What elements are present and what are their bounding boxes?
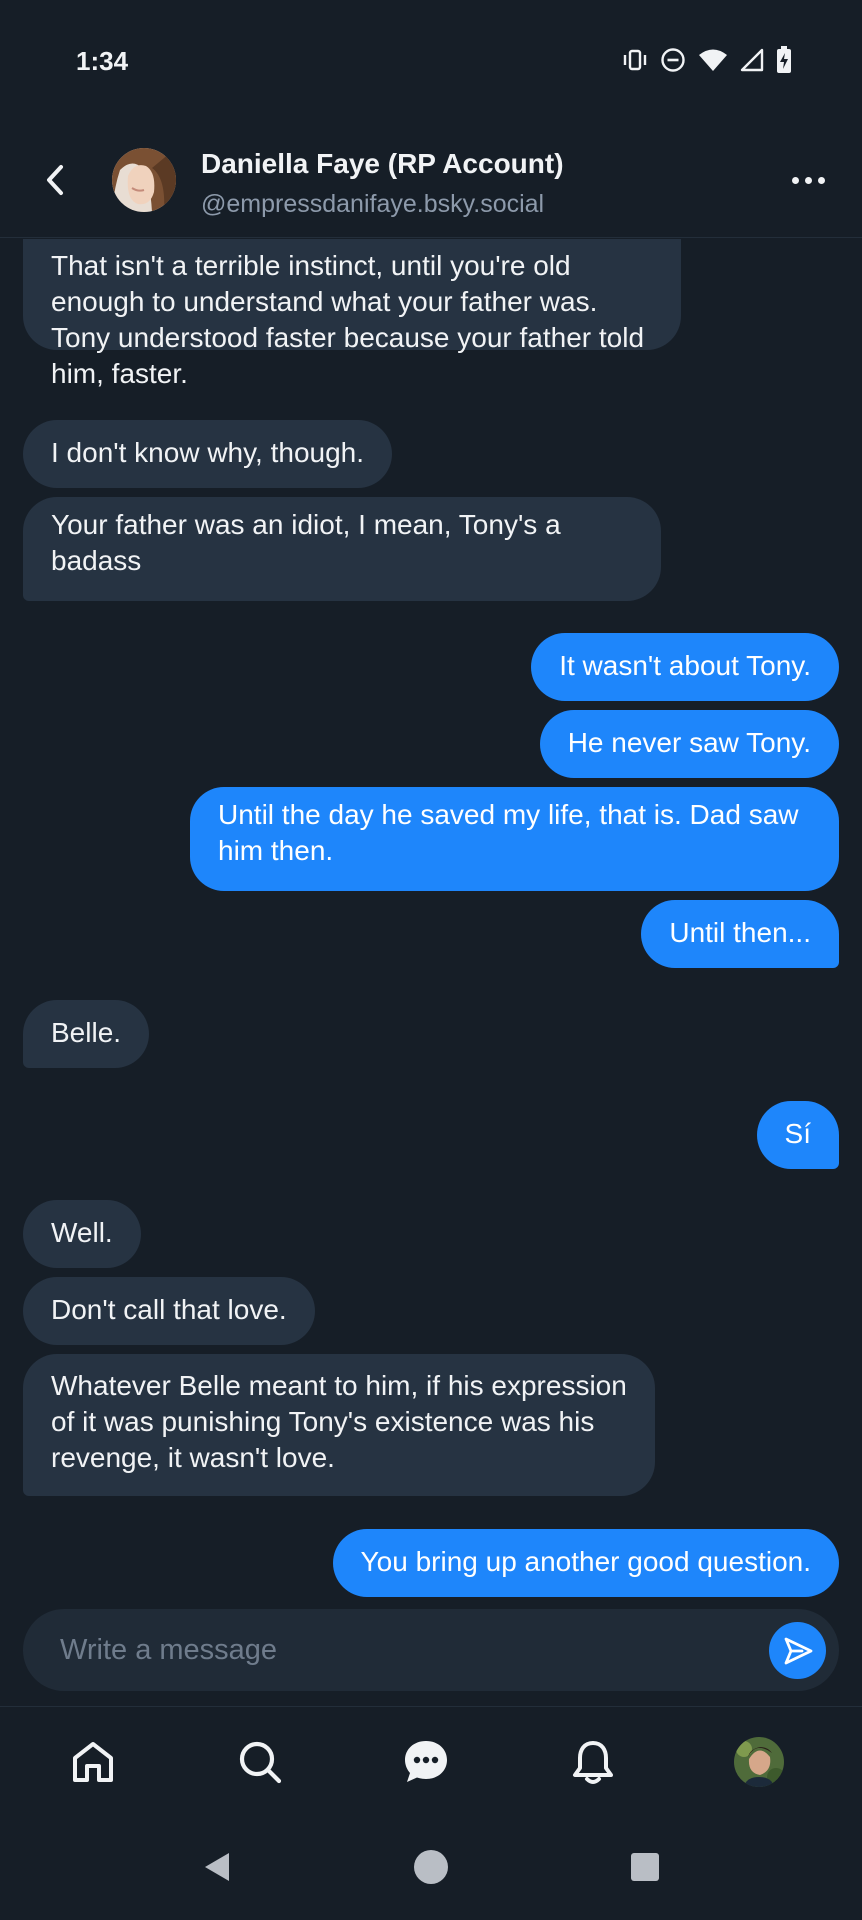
conversation-header: Daniella Faye (RP Account) @empressdanif…	[0, 120, 862, 238]
send-icon	[784, 1637, 812, 1664]
message-bubble-incoming[interactable]: I don't know why, though.	[23, 420, 393, 488]
message-text: Well.	[51, 1217, 113, 1248]
search-icon	[239, 1741, 282, 1784]
send-button[interactable]	[769, 1622, 826, 1679]
bottom-navigation	[0, 1706, 862, 1816]
do-not-disturb-icon	[660, 47, 686, 73]
back-button[interactable]	[30, 150, 80, 210]
message-text: Until then...	[669, 917, 811, 948]
message-bubble-outgoing[interactable]: It wasn't about Tony.	[531, 633, 839, 701]
message-bubble-incoming[interactable]: That isn't a terrible instinct, until yo…	[23, 239, 681, 389]
wifi-icon	[698, 48, 728, 72]
contact-handle: @empressdanifaye.bsky.social	[201, 190, 545, 218]
cell-signal-icon	[740, 48, 764, 72]
system-recents-button[interactable]	[620, 1842, 670, 1892]
message-bubble-outgoing[interactable]: Sí	[756, 1101, 839, 1169]
status-icons	[622, 46, 792, 74]
message-list[interactable]: That isn't a terrible instinct, until yo…	[0, 239, 862, 1606]
system-home-button[interactable]	[406, 1842, 456, 1892]
message-composer	[23, 1609, 839, 1691]
contact-avatar[interactable]	[112, 148, 176, 212]
message-bubble-incoming[interactable]: Well.	[23, 1200, 141, 1268]
vibrate-icon	[622, 48, 648, 72]
nav-chat-button[interactable]	[396, 1732, 456, 1792]
message-text: I don't know why, though.	[51, 437, 365, 468]
message-text: Sí	[784, 1118, 811, 1149]
chevron-left-icon	[47, 165, 63, 195]
recents-square-icon	[631, 1853, 659, 1881]
message-bubble-outgoing[interactable]: You bring up another good question.	[332, 1529, 839, 1597]
message-text: Whatever Belle meant to him, if his expr…	[51, 1370, 627, 1473]
message-bubble-incoming[interactable]: Don't call that love.	[23, 1277, 315, 1345]
more-options-button[interactable]	[780, 160, 836, 200]
message-text: You bring up another good question.	[360, 1546, 811, 1577]
message-input[interactable]	[23, 1609, 763, 1691]
message-text: It wasn't about Tony.	[559, 650, 811, 681]
status-time: 1:34	[76, 46, 129, 76]
bell-icon	[573, 1741, 613, 1784]
battery-charging-icon	[776, 46, 792, 74]
message-text: Your father was an idiot, I mean, Tony's…	[51, 509, 561, 576]
message-text: He never saw Tony.	[567, 727, 811, 758]
message-text: That isn't a terrible instinct, until yo…	[51, 250, 645, 389]
chat-icon	[405, 1741, 447, 1782]
system-back-button[interactable]	[192, 1842, 242, 1892]
nav-notifications-button[interactable]	[563, 1732, 623, 1792]
message-text: Until the day he saved my life, that is.…	[218, 799, 799, 866]
message-bubble-outgoing[interactable]: Until the day he saved my life, that is.…	[190, 787, 839, 891]
message-bubble-incoming[interactable]: Your father was an idiot, I mean, Tony's…	[23, 497, 661, 601]
message-bubble-outgoing[interactable]: Until then...	[641, 900, 839, 968]
message-bubble-outgoing[interactable]: He never saw Tony.	[539, 710, 839, 778]
message-bubble-incoming[interactable]: Whatever Belle meant to him, if his expr…	[23, 1354, 655, 1496]
home-circle-icon	[414, 1850, 448, 1884]
more-dot	[804, 176, 812, 184]
message-bubble-incoming[interactable]: Belle.	[23, 1000, 150, 1068]
status-bar: 1:34	[0, 0, 862, 120]
contact-name[interactable]: Daniella Faye (RP Account)	[201, 148, 564, 180]
more-horizontal-icon	[791, 176, 799, 184]
nav-profile-button[interactable]	[729, 1732, 789, 1792]
system-navigation	[0, 1816, 862, 1920]
profile-avatar	[734, 1737, 784, 1787]
message-text: Don't call that love.	[51, 1294, 287, 1325]
home-icon	[73, 1742, 113, 1782]
message-text: Belle.	[51, 1017, 122, 1048]
nav-home-button[interactable]	[63, 1732, 123, 1792]
more-dot	[817, 176, 825, 184]
nav-search-button[interactable]	[230, 1732, 290, 1792]
back-triangle-icon	[205, 1853, 229, 1881]
